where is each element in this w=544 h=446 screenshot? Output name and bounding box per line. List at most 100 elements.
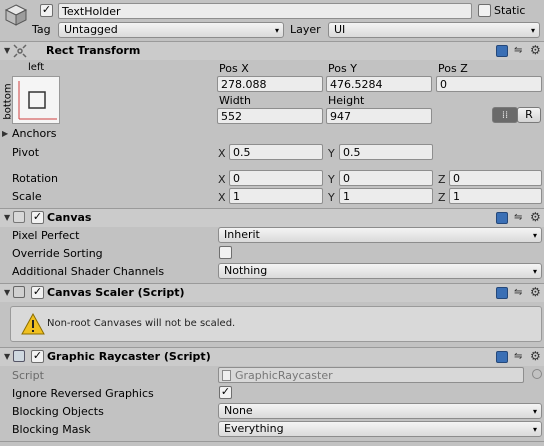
gear-icon[interactable]: ⚙: [530, 285, 541, 299]
preset-sliders-icon[interactable]: ⇋: [514, 287, 526, 299]
divider: [0, 441, 544, 442]
fold-arrow-icon[interactable]: ▼: [4, 352, 10, 361]
height-input[interactable]: 947: [326, 108, 432, 124]
pos-z-input[interactable]: 0: [436, 76, 542, 92]
object-name-input[interactable]: TextHolder: [58, 3, 472, 19]
width-label: Width: [219, 94, 251, 107]
layer-label: Layer: [290, 23, 321, 36]
chevron-down-icon: ▾: [532, 231, 537, 240]
rotation-y-input[interactable]: 0: [339, 170, 433, 186]
blocking-mask-label: Blocking Mask: [12, 423, 91, 436]
pixel-perfect-label: Pixel Perfect: [12, 229, 80, 242]
pivot-y-input[interactable]: 0.5: [339, 144, 433, 160]
pos-x-label: Pos X: [219, 62, 249, 75]
scale-label: Scale: [12, 190, 42, 203]
anchors-label[interactable]: Anchors: [12, 127, 57, 140]
canvas-enabled-checkbox[interactable]: ✓: [31, 211, 44, 224]
height-label: Height: [328, 94, 365, 107]
rect-transform-icon: [13, 44, 27, 58]
gear-icon[interactable]: ⚙: [530, 43, 541, 57]
chevron-down-icon: ▾: [532, 425, 537, 434]
override-sorting-checkbox[interactable]: [219, 246, 232, 259]
warning-text: Non-root Canvases will not be scaled.: [47, 318, 236, 329]
shader-channels-dropdown[interactable]: Nothing ▾: [218, 263, 542, 279]
preset-sliders-icon[interactable]: ⇋: [514, 45, 526, 57]
anchor-preset-icon: [18, 81, 57, 120]
graphic-raycaster-title: Graphic Raycaster (Script): [47, 350, 211, 363]
canvas-scaler-icon: [13, 286, 25, 298]
gear-icon[interactable]: ⚙: [530, 349, 541, 363]
canvas-component-icon: [13, 211, 25, 223]
warning-help-box: Non-root Canvases will not be scaled.: [10, 306, 542, 342]
help-book-icon[interactable]: [496, 287, 508, 299]
blocking-mask-dropdown[interactable]: Everything ▾: [218, 421, 542, 437]
anchor-top-label: left: [28, 62, 45, 73]
ignore-reversed-checkbox[interactable]: ✓: [219, 386, 232, 399]
static-label: Static: [494, 4, 526, 17]
graphic-raycaster-icon: [13, 350, 25, 362]
tag-label: Tag: [32, 23, 51, 36]
anchors-fold-arrow-icon[interactable]: ▶: [2, 129, 8, 138]
blocking-mask-value: Everything: [224, 422, 284, 435]
gear-icon[interactable]: ⚙: [530, 210, 541, 224]
layer-value: UI: [334, 23, 346, 36]
script-label: Script: [12, 369, 44, 382]
layer-dropdown[interactable]: UI ▾: [328, 22, 540, 38]
chevron-down-icon: ▾: [274, 26, 279, 35]
chevron-down-icon: ▾: [532, 407, 537, 416]
raw-edit-button[interactable]: R: [517, 107, 541, 123]
pivot-x-input[interactable]: 0.5: [229, 144, 323, 160]
scale-y-axis-label: Y: [328, 191, 335, 204]
help-book-icon[interactable]: [496, 212, 508, 224]
rotation-z-input[interactable]: 0: [449, 170, 542, 186]
blocking-objects-dropdown[interactable]: None ▾: [218, 403, 542, 419]
canvas-scaler-title: Canvas Scaler (Script): [47, 286, 185, 299]
blocking-objects-label: Blocking Objects: [12, 405, 104, 418]
ignore-reversed-label: Ignore Reversed Graphics: [12, 387, 154, 400]
blueprint-mode-button[interactable]: ⁞⁞: [492, 107, 518, 123]
rotation-z-axis-label: Z: [438, 173, 446, 186]
object-picker-icon: [532, 369, 542, 379]
pixel-perfect-value: Inherit: [224, 228, 260, 241]
scale-z-input[interactable]: 1: [449, 188, 542, 204]
scale-y-input[interactable]: 1: [339, 188, 433, 204]
width-input[interactable]: 552: [217, 108, 323, 124]
blueprint-icon: ⁞⁞: [501, 110, 509, 121]
gameobject-icon: [4, 3, 28, 27]
pivot-label: Pivot: [12, 146, 40, 159]
canvas-scaler-enabled-checkbox[interactable]: ✓: [31, 286, 44, 299]
scale-x-input[interactable]: 1: [229, 188, 323, 204]
rotation-y-axis-label: Y: [328, 173, 335, 186]
pixel-perfect-dropdown[interactable]: Inherit ▾: [218, 227, 542, 243]
shader-channels-value: Nothing: [224, 264, 268, 277]
scale-x-axis-label: X: [218, 191, 226, 204]
script-value: GraphicRaycaster: [235, 369, 333, 382]
fold-arrow-icon[interactable]: ▼: [4, 213, 10, 222]
pivot-y-axis-label: Y: [328, 147, 335, 160]
chevron-down-icon: ▾: [530, 26, 535, 35]
script-object-field: GraphicRaycaster: [218, 367, 524, 383]
tag-value: Untagged: [64, 23, 118, 36]
anchor-presets-button[interactable]: [12, 76, 60, 124]
fold-arrow-icon[interactable]: ▼: [4, 288, 10, 297]
blocking-objects-value: None: [224, 404, 253, 417]
rotation-x-input[interactable]: 0: [229, 170, 323, 186]
help-book-icon[interactable]: [496, 45, 508, 57]
rotation-x-axis-label: X: [218, 173, 226, 186]
preset-sliders-icon[interactable]: ⇋: [514, 212, 526, 224]
help-book-icon[interactable]: [496, 351, 508, 363]
scale-z-axis-label: Z: [438, 191, 446, 204]
shader-channels-label: Additional Shader Channels: [12, 265, 165, 278]
active-checkbox[interactable]: ✓: [40, 4, 53, 17]
override-sorting-label: Override Sorting: [12, 247, 103, 260]
tag-dropdown[interactable]: Untagged ▾: [58, 22, 284, 38]
rotation-label: Rotation: [12, 172, 59, 185]
rect-transform-title: Rect Transform: [46, 44, 141, 57]
fold-arrow-icon[interactable]: ▼: [4, 46, 10, 55]
static-checkbox[interactable]: [478, 4, 491, 17]
pos-x-input[interactable]: 278.088: [217, 76, 323, 92]
graphic-raycaster-enabled-checkbox[interactable]: ✓: [31, 350, 44, 363]
preset-sliders-icon[interactable]: ⇋: [514, 351, 526, 363]
pos-y-input[interactable]: 476.5284: [326, 76, 432, 92]
canvas-title: Canvas: [47, 211, 92, 224]
